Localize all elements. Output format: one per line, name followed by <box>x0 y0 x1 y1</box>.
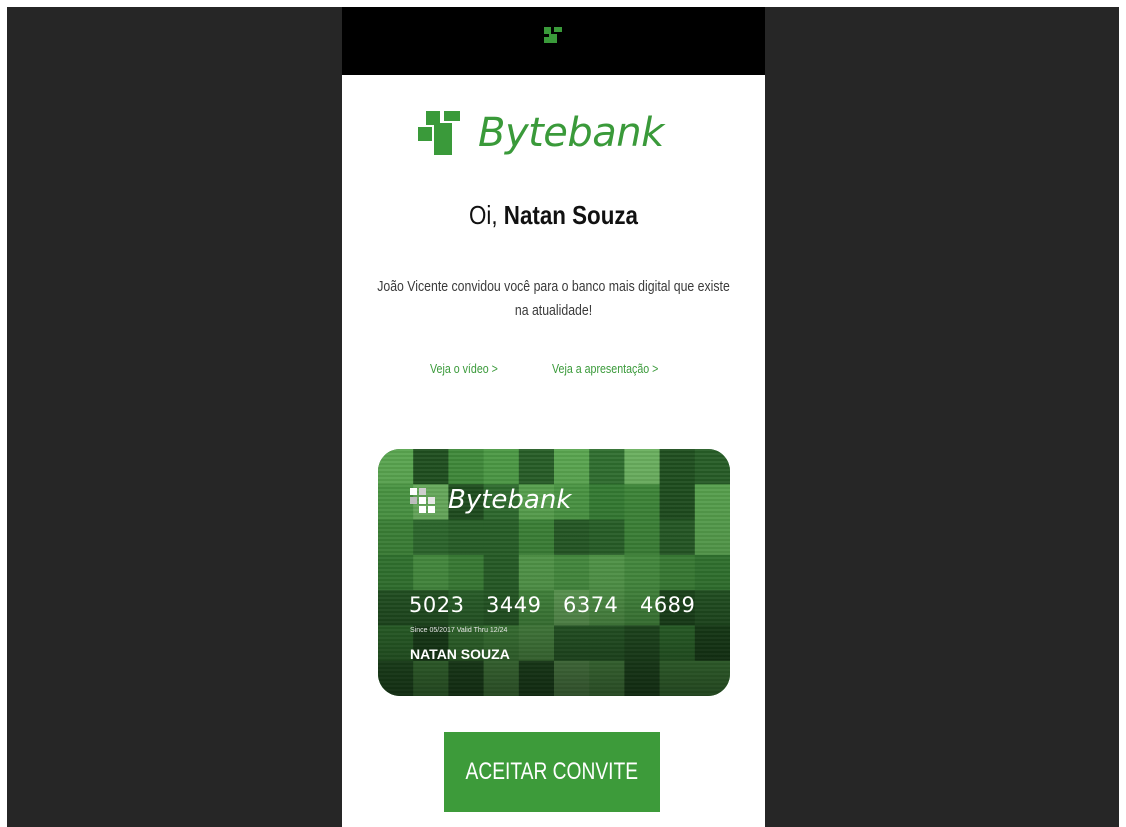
greeting-name: Natan Souza <box>503 200 638 230</box>
brand-header: Bytebank <box>416 103 696 163</box>
card-number-group: 4689 <box>639 593 696 617</box>
view-presentation-link[interactable]: Veja a apresentação > <box>552 361 658 376</box>
card-brand: Bytebank <box>408 484 571 516</box>
invite-message: João Vicente convidou você para o banco … <box>364 275 744 323</box>
bytebank-card-logo-icon <box>410 488 435 513</box>
brand-name: Bytebank <box>478 110 664 156</box>
card-validity: Since 05/2017 Valid Thru 12/24 <box>410 627 508 634</box>
credit-card: Bytebank 5023 3449 6374 4689 Since 05/20… <box>378 449 730 696</box>
card-holder-name: NATAN SOUZA <box>410 646 510 662</box>
accept-invite-button[interactable]: ACEITAR CONVITE <box>444 732 660 812</box>
card-number-group: 6374 <box>562 593 619 617</box>
phone-screen: Bytebank Oi, Natan Souza João Vicente co… <box>342 7 765 827</box>
greeting-prefix: Oi, <box>469 200 498 230</box>
top-bar <box>342 7 765 75</box>
card-number-group: 3449 <box>485 593 542 617</box>
links-row: Veja o vídeo > Veja a apresentação > <box>342 361 765 381</box>
card-number: 5023 3449 6374 4689 <box>409 593 695 617</box>
bytebank-logo-icon <box>544 27 562 43</box>
accept-invite-label: ACEITAR CONVITE <box>465 758 639 785</box>
invite-line-2: na atualidade! <box>514 302 593 319</box>
card-number-group: 5023 <box>409 593 465 617</box>
bytebank-logo-icon <box>418 111 460 155</box>
card-brand-name: Bytebank <box>448 485 572 515</box>
invite-line-1: João Vicente convidou você para o banco … <box>377 278 730 295</box>
greeting: Oi, Natan Souza <box>372 200 736 231</box>
watch-video-link[interactable]: Veja o vídeo > <box>430 361 498 376</box>
